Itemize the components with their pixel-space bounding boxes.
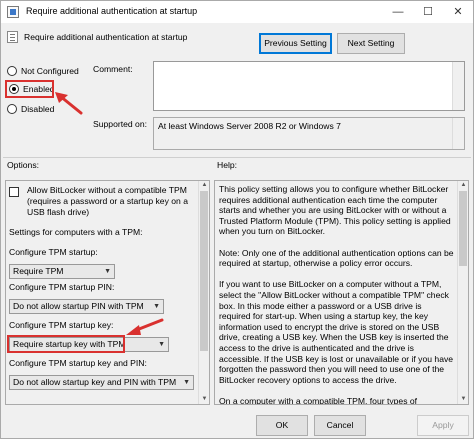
- allow-without-tpm-label: Allow BitLocker without a compatible TPM…: [27, 185, 188, 217]
- scroll-down-icon[interactable]: ▼: [199, 395, 209, 404]
- startup-key-highlight-box: [7, 335, 125, 353]
- tpm-startup-dropdown[interactable]: Require TPM ▼: [9, 264, 115, 279]
- radio-circle-icon: [7, 66, 17, 76]
- not-configured-radio[interactable]: Not Configured: [7, 66, 79, 76]
- disabled-label: Disabled: [21, 104, 55, 114]
- minimize-button[interactable]: —: [383, 1, 413, 23]
- supported-on-box: At least Windows Server 2008 R2 or Windo…: [153, 117, 465, 150]
- comment-textarea[interactable]: [153, 61, 465, 111]
- settings-heading: Settings for computers with a TPM:: [9, 227, 143, 237]
- annotation-arrow-icon: [55, 92, 83, 115]
- chevron-down-icon: ▼: [158, 341, 165, 348]
- maximize-button[interactable]: ☐: [413, 1, 443, 23]
- tpm-startup-key-pin-dropdown[interactable]: Do not allow startup key and PIN with TP…: [9, 375, 194, 390]
- title-bar: Require additional authentication at sta…: [1, 1, 473, 23]
- enabled-highlight-box: [5, 80, 54, 98]
- radio-circle-icon: [7, 104, 17, 114]
- policy-app-icon: [7, 6, 19, 18]
- not-configured-label: Not Configured: [21, 66, 79, 76]
- annotation-arrow-icon: [126, 318, 164, 335]
- disabled-radio[interactable]: Disabled: [7, 104, 54, 114]
- chevron-down-icon: ▼: [104, 268, 111, 275]
- help-pane: This policy setting allows you to config…: [214, 180, 469, 405]
- supported-scrollbar[interactable]: [452, 118, 464, 149]
- tpm-startup-value: Require TPM: [13, 266, 64, 276]
- scroll-up-icon[interactable]: ▲: [199, 181, 209, 190]
- group-policy-dialog: Require additional authentication at sta…: [0, 0, 474, 439]
- help-label: Help:: [217, 160, 238, 170]
- supported-on-label: Supported on:: [93, 119, 147, 129]
- close-button[interactable]: ✕: [443, 1, 473, 23]
- help-text: This policy setting allows you to config…: [219, 184, 455, 405]
- scrollbar-thumb[interactable]: [459, 191, 467, 266]
- options-pane: Allow BitLocker without a compatible TPM…: [5, 180, 210, 405]
- tpm-startup-label: Configure TPM startup:: [9, 247, 98, 257]
- tpm-startup-pin-dropdown[interactable]: Do not allow startup PIN with TPM ▼: [9, 299, 164, 314]
- ok-button[interactable]: OK: [256, 415, 308, 436]
- setting-page-icon: [7, 31, 18, 43]
- chevron-down-icon: ▼: [153, 303, 160, 310]
- scroll-up-icon[interactable]: ▲: [458, 181, 468, 190]
- help-paragraph: Note: Only one of the additional authent…: [219, 247, 454, 269]
- next-setting-button[interactable]: Next Setting: [337, 33, 405, 54]
- help-scrollbar[interactable]: ▲ ▼: [457, 181, 468, 404]
- supported-on-value: At least Windows Server 2008 R2 or Windo…: [158, 121, 341, 131]
- scroll-down-icon[interactable]: ▼: [458, 395, 468, 404]
- window-title: Require additional authentication at sta…: [26, 6, 198, 16]
- tpm-startup-key-label: Configure TPM startup key:: [9, 320, 114, 330]
- comment-scrollbar[interactable]: [452, 62, 464, 110]
- cancel-button[interactable]: Cancel: [314, 415, 366, 436]
- options-scrollbar[interactable]: ▲ ▼: [198, 181, 209, 404]
- setting-name: Require additional authentication at sta…: [24, 32, 188, 42]
- comment-label: Comment:: [93, 64, 133, 74]
- tpm-startup-pin-label: Configure TPM startup PIN:: [9, 282, 115, 292]
- help-paragraph: On a computer with a compatible TPM, fou…: [219, 395, 418, 405]
- tpm-startup-key-pin-value: Do not allow startup key and PIN with TP…: [13, 377, 177, 387]
- divider: [3, 157, 471, 158]
- tpm-startup-key-pin-label: Configure TPM startup key and PIN:: [9, 358, 147, 368]
- scrollbar-thumb[interactable]: [200, 191, 208, 351]
- previous-setting-button[interactable]: Previous Setting: [259, 33, 332, 54]
- chevron-down-icon: ▼: [183, 379, 190, 386]
- tpm-startup-pin-value: Do not allow startup PIN with TPM: [13, 301, 144, 311]
- help-paragraph: If you want to use BitLocker on a comput…: [219, 279, 454, 385]
- allow-without-tpm-checkbox[interactable]: [9, 187, 19, 197]
- options-label: Options:: [7, 160, 40, 170]
- help-paragraph: This policy setting allows you to config…: [219, 184, 451, 237]
- apply-button[interactable]: Apply: [417, 415, 469, 436]
